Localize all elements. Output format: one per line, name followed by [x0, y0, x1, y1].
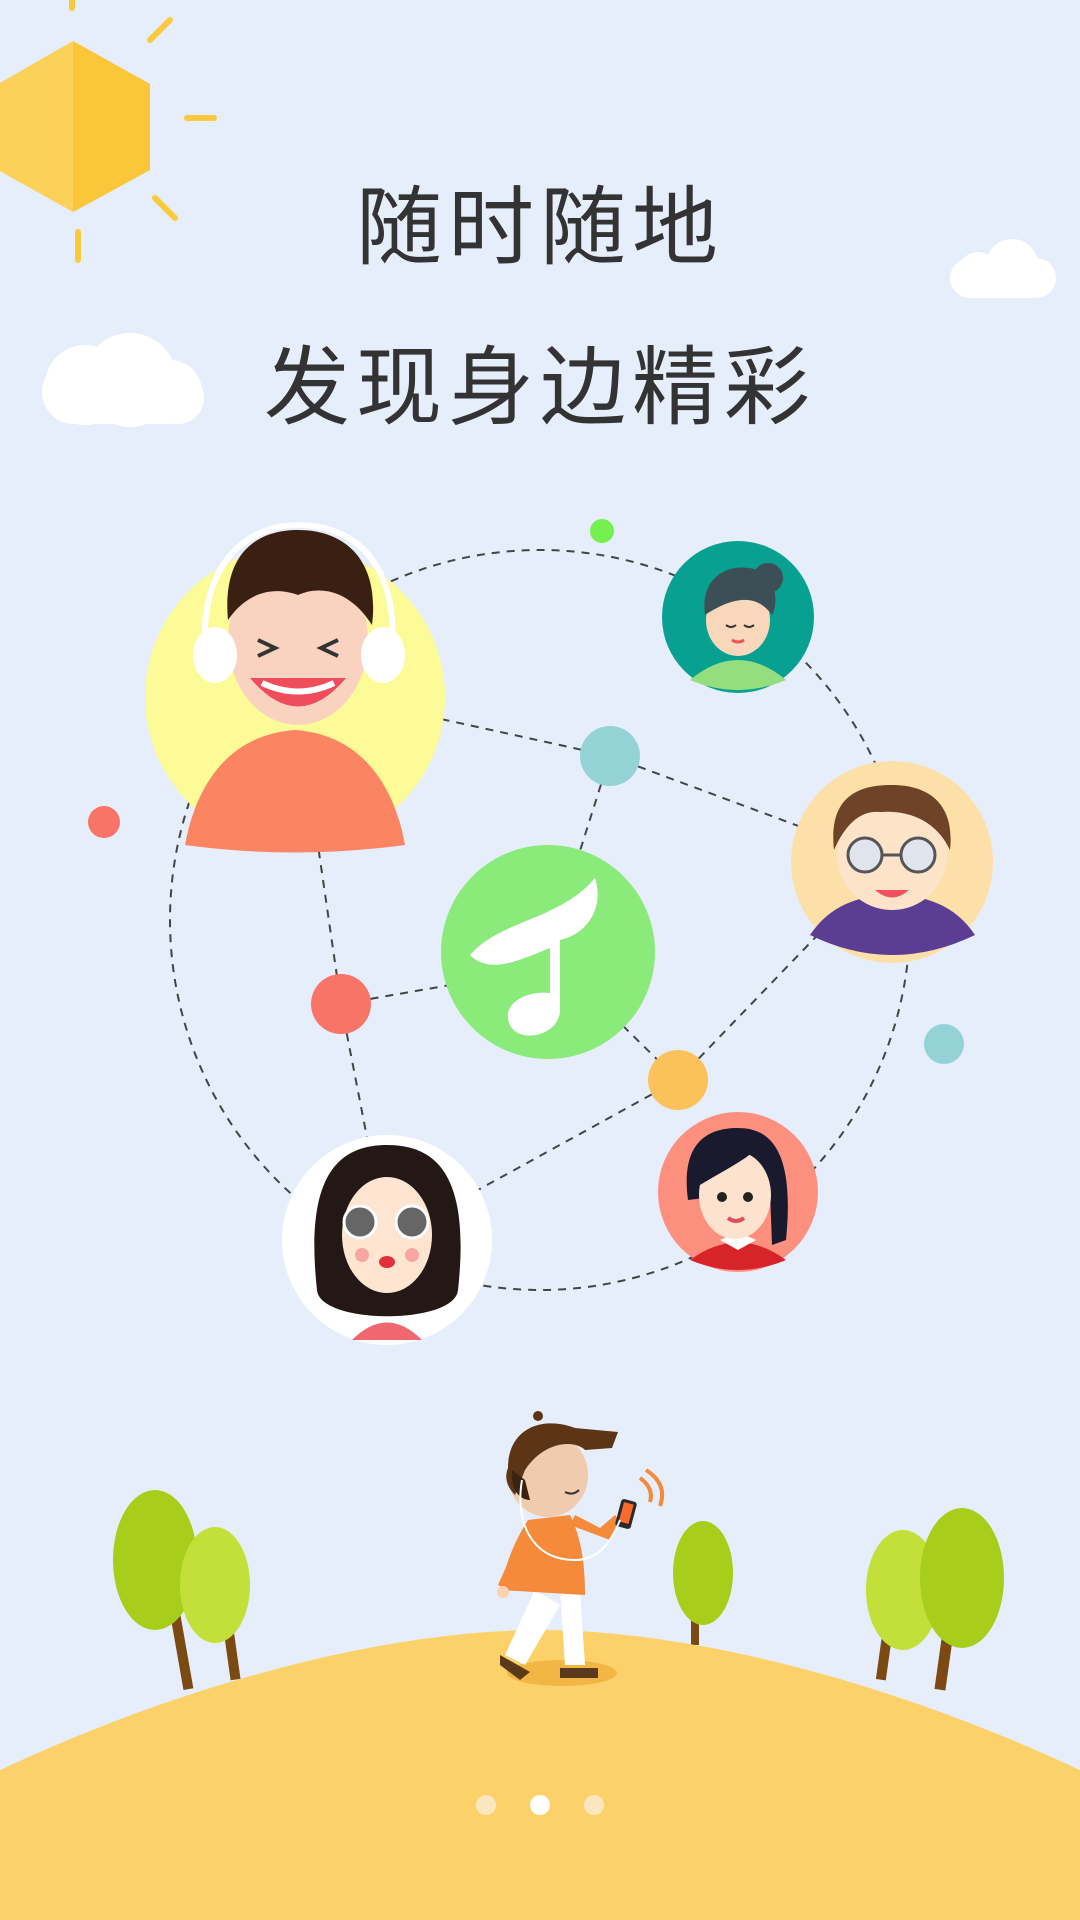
- avatar-girl-bun[interactable]: [662, 541, 814, 693]
- tree-center: [673, 1521, 733, 1645]
- tree-left-group: [113, 1490, 250, 1690]
- avatar-girl-sunglasses[interactable]: [282, 1135, 492, 1345]
- node-dot-orange: [648, 1050, 708, 1110]
- node-dot-red-small: [88, 806, 120, 838]
- node-dot-green: [590, 519, 614, 543]
- avatar-boy-glasses[interactable]: [791, 761, 993, 963]
- onboarding-illustration: [0, 0, 1080, 1920]
- music-note-icon[interactable]: [441, 845, 655, 1059]
- page-indicator: [0, 1795, 1080, 1815]
- page-indicator-dot-1[interactable]: [476, 1795, 496, 1815]
- avatar-boy-headphones[interactable]: [145, 521, 445, 853]
- headline-line-2: 发现身边精彩: [264, 338, 816, 438]
- page-indicator-dot-3[interactable]: [584, 1795, 604, 1815]
- node-dot-teal: [580, 726, 640, 786]
- node-dot-red: [311, 974, 371, 1034]
- avatar-girl-black-hair[interactable]: [658, 1112, 818, 1272]
- node-dot-teal-small: [924, 1024, 964, 1064]
- tree-right-group: [866, 1508, 1004, 1691]
- page-indicator-dot-2[interactable]: [530, 1795, 550, 1815]
- headline-line-1: 随时随地: [356, 178, 724, 278]
